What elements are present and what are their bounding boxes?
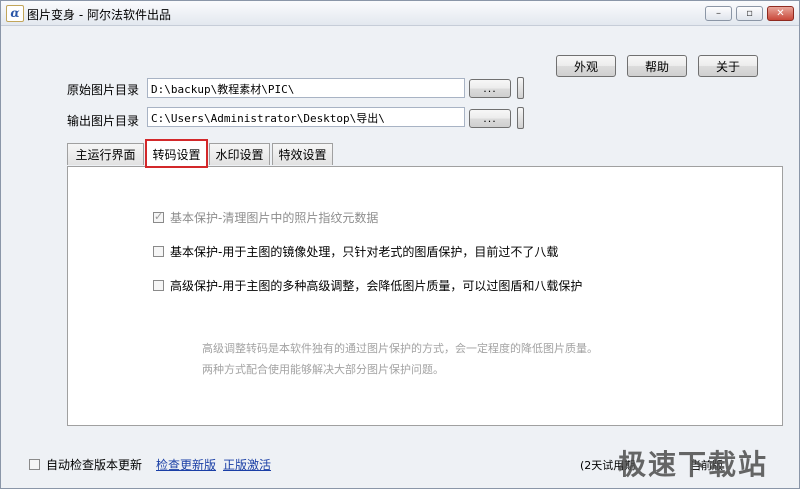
info-line-2: 两种方式配合使用能够解决大部分图片保护问题。	[202, 363, 444, 376]
tab-watermark-settings[interactable]: 水印设置	[209, 143, 270, 165]
tab-transcode-settings[interactable]: 转码设置	[145, 139, 208, 168]
close-button[interactable]: ✕	[767, 6, 794, 21]
info-line-1: 高级调整转码是本软件独有的通过图片保护的方式，会一定程度的降低图片质量。	[202, 342, 598, 355]
option-mirror-protection-checkbox[interactable]	[153, 246, 164, 257]
output-extra-button[interactable]	[517, 107, 524, 129]
minimize-button[interactable]: –	[705, 6, 732, 21]
source-browse-button[interactable]: ...	[469, 79, 511, 98]
site-watermark: 极速下载站	[618, 448, 769, 481]
option-mirror-protection[interactable]: 基本保护-用于主图的镜像处理，只针对老式的图盾保护，目前过不了八载	[153, 243, 558, 260]
source-dir-label: 原始图片目录	[67, 83, 140, 97]
appearance-button[interactable]: 外观	[556, 55, 616, 77]
tab-main-run[interactable]: 主运行界面	[67, 143, 144, 165]
source-extra-button[interactable]	[517, 77, 524, 99]
transcode-settings-panel: 基本保护-清理图片中的照片指纹元数据 基本保护-用于主图的镜像处理，只针对老式的…	[67, 166, 783, 426]
check-update-link[interactable]: 检查更新版	[156, 456, 216, 473]
title-bar[interactable]: α 图片变身 - 阿尔法软件出品 – ▫ ✕	[1, 1, 799, 26]
maximize-button[interactable]: ▫	[736, 6, 763, 21]
app-window: α 图片变身 - 阿尔法软件出品 – ▫ ✕ 外观 帮助 关于 原始图片目录 D…	[0, 0, 800, 489]
help-button[interactable]: 帮助	[627, 55, 687, 77]
option-advanced-protection-checkbox[interactable]	[153, 280, 164, 291]
close-icon: ✕	[776, 8, 785, 19]
activate-link[interactable]: 正版激活	[223, 456, 271, 473]
about-button[interactable]: 关于	[698, 55, 758, 77]
option-clean-metadata: 基本保护-清理图片中的照片指纹元数据	[153, 209, 378, 226]
maximize-icon: ▫	[746, 8, 753, 19]
auto-update-label: 自动检查版本更新	[46, 458, 143, 472]
option-mirror-protection-label: 基本保护-用于主图的镜像处理，只针对老式的图盾保护，目前过不了八载	[170, 245, 559, 259]
option-advanced-protection-label: 高级保护-用于主图的多种高级调整，会降低图片质量，可以过图盾和八载保护	[170, 279, 583, 293]
option-clean-metadata-label: 基本保护-清理图片中的照片指纹元数据	[170, 211, 379, 225]
tab-effects-settings[interactable]: 特效设置	[272, 143, 333, 165]
auto-update-checkbox[interactable]	[29, 459, 40, 470]
source-dir-input[interactable]: D:\backup\教程素材\PIC\	[147, 78, 465, 98]
auto-update-check[interactable]: 自动检查版本更新	[29, 456, 142, 473]
output-dir-input[interactable]: C:\Users\Administrator\Desktop\导出\	[147, 107, 465, 127]
option-advanced-protection[interactable]: 高级保护-用于主图的多种高级调整，会降低图片质量，可以过图盾和八载保护	[153, 277, 582, 294]
minimize-icon: –	[716, 8, 721, 19]
window-title: 图片变身 - 阿尔法软件出品	[27, 8, 171, 22]
output-browse-button[interactable]: ...	[469, 109, 511, 128]
option-clean-metadata-checkbox	[153, 210, 164, 223]
output-dir-label: 输出图片目录	[67, 114, 140, 128]
app-logo-icon: α	[6, 5, 24, 22]
